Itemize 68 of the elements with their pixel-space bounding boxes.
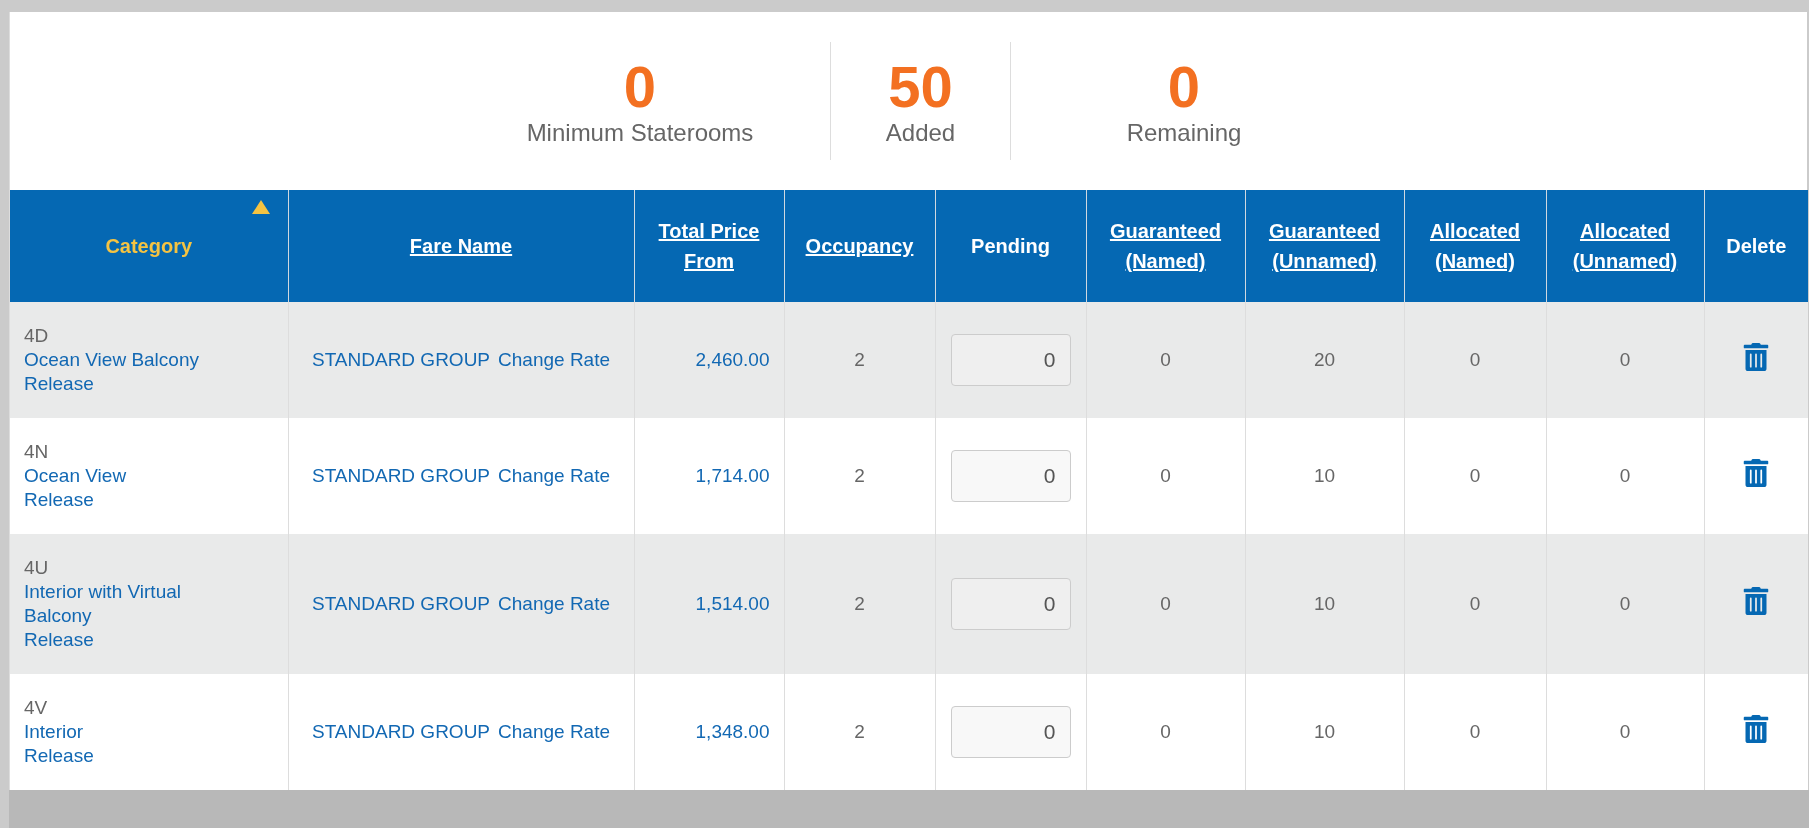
occupancy-cell: 2 [854, 593, 865, 614]
column-header[interactable]: Pending [971, 231, 1050, 261]
column-header[interactable]: Guaranteed (Named) [1092, 216, 1239, 276]
column-header[interactable]: Allocated (Unnamed) [1552, 216, 1698, 276]
delete-button[interactable] [1742, 715, 1771, 743]
occupancy-cell: 2 [854, 465, 865, 486]
delete-button[interactable] [1742, 459, 1771, 487]
release-link[interactable]: Release [24, 488, 94, 512]
stat-value: 0 [623, 55, 657, 119]
price-cell: 2,460.00 [695, 349, 770, 370]
change-rate-link[interactable]: Change Rate [498, 465, 610, 486]
stat-value: 0 [1167, 55, 1201, 119]
count-cell: 0 [1469, 465, 1481, 486]
category-link[interactable]: Ocean View Balcony [24, 348, 199, 372]
count-cell: 0 [1160, 593, 1171, 614]
release-link[interactable]: Release [24, 628, 94, 652]
column-header[interactable]: Category [105, 231, 193, 261]
stat-label: Remaining [1126, 118, 1242, 147]
count-cell: 0 [1160, 721, 1171, 742]
release-link[interactable]: Release [24, 372, 94, 396]
fare-name: STANDARD GROUP [312, 465, 491, 486]
count-cell: 0 [1469, 349, 1481, 370]
count-cell: 10 [1313, 593, 1336, 614]
price-cell: 1,714.00 [695, 465, 770, 486]
stat-value: 50 [888, 55, 953, 119]
occupancy-cell: 2 [854, 721, 865, 742]
category-link[interactable]: Ocean View [24, 464, 127, 488]
count-cell: 10 [1313, 721, 1336, 742]
fare-name: STANDARD GROUP [312, 349, 491, 370]
category-code: 4U [24, 556, 49, 580]
fare-name: STANDARD GROUP [312, 721, 491, 742]
column-header[interactable]: Fare Name [409, 231, 513, 261]
pending-input[interactable]: 0 [950, 334, 1071, 386]
stat-label: Minimum Staterooms [526, 118, 754, 147]
category-code: 4V [24, 696, 48, 720]
fare-name: STANDARD GROUP [312, 593, 491, 614]
count-cell: 0 [1619, 721, 1631, 742]
column-header[interactable]: Occupancy [805, 231, 914, 261]
stat-label: Added [885, 118, 956, 147]
count-cell: 0 [1619, 465, 1631, 486]
count-cell: 0 [1619, 593, 1631, 614]
delete-button[interactable] [1742, 343, 1771, 371]
pending-input[interactable]: 0 [950, 578, 1071, 630]
count-cell: 0 [1160, 465, 1171, 486]
count-cell: 0 [1469, 593, 1481, 614]
change-rate-link[interactable]: Change Rate [498, 721, 610, 742]
category-code: 4N [24, 440, 49, 464]
category-code: 4D [24, 324, 49, 348]
column-header[interactable]: Total Price From [640, 216, 778, 276]
delete-button[interactable] [1742, 587, 1771, 615]
count-cell: 10 [1313, 465, 1336, 486]
pending-input[interactable]: 0 [950, 706, 1071, 758]
pending-input[interactable]: 0 [950, 450, 1071, 502]
change-rate-link[interactable]: Change Rate [498, 593, 610, 614]
count-cell: 0 [1160, 349, 1171, 370]
column-header[interactable]: Guaranteed (Unnamed) [1251, 216, 1398, 276]
column-header[interactable]: Allocated (Named) [1410, 216, 1540, 276]
release-link[interactable]: Release [24, 744, 94, 768]
price-cell: 1,514.00 [695, 593, 770, 614]
price-cell: 1,348.00 [695, 721, 770, 742]
occupancy-cell: 2 [854, 349, 865, 370]
count-cell: 20 [1313, 349, 1336, 370]
category-link[interactable]: Interior with Virtual Balcony [24, 580, 224, 628]
column-header[interactable]: Delete [1726, 231, 1787, 261]
count-cell: 0 [1619, 349, 1631, 370]
change-rate-link[interactable]: Change Rate [498, 349, 610, 370]
category-link[interactable]: Interior [24, 720, 84, 744]
count-cell: 0 [1469, 721, 1481, 742]
